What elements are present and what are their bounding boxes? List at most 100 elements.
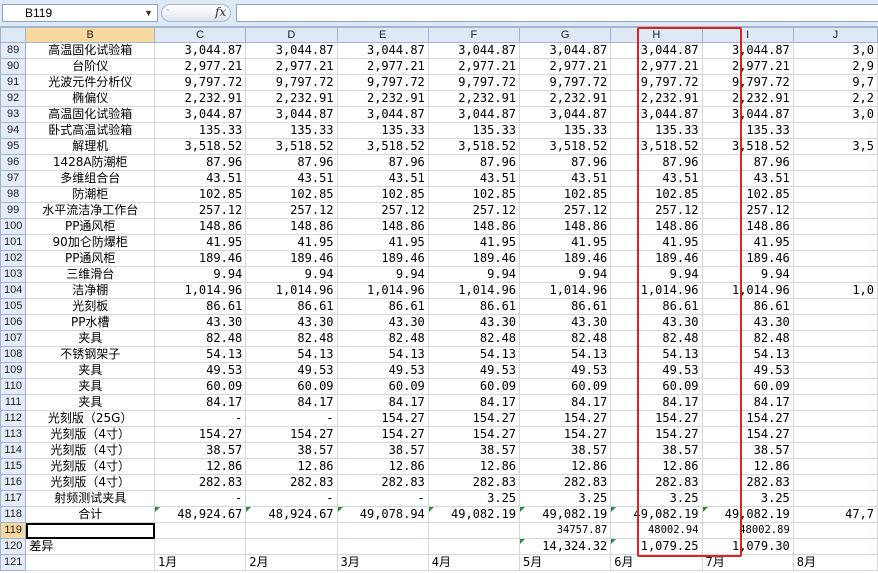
column-header-e[interactable]: E xyxy=(336,27,429,43)
row-header[interactable]: 93 xyxy=(0,106,27,123)
cell-e111[interactable]: 84.17 xyxy=(336,394,429,411)
cell-j114[interactable] xyxy=(792,442,878,459)
cell-h112[interactable]: 154.27 xyxy=(610,410,703,427)
row-header[interactable]: 95 xyxy=(0,138,27,155)
cell-e116[interactable]: 282.83 xyxy=(336,474,429,491)
row-header[interactable]: 89 xyxy=(0,42,27,59)
cell-d113[interactable]: 154.27 xyxy=(245,426,338,443)
item-name-cell[interactable]: 光波元件分析仪 xyxy=(25,74,156,91)
cell-c92[interactable]: 2,232.91 xyxy=(154,90,247,107)
cell-i109[interactable]: 49.53 xyxy=(701,362,794,379)
cell-f100[interactable]: 148.86 xyxy=(427,218,521,235)
cell-j111[interactable] xyxy=(792,394,878,411)
cell-c90[interactable]: 2,977.21 xyxy=(154,58,247,75)
cell-d100[interactable]: 148.86 xyxy=(245,218,338,235)
cell-h101[interactable]: 41.95 xyxy=(610,234,703,251)
cell-g118[interactable]: 49,082.19 xyxy=(519,506,612,523)
cell-d108[interactable]: 54.13 xyxy=(245,346,338,363)
cell-h118[interactable]: 49,082.19 xyxy=(610,506,703,523)
cell-h99[interactable]: 257.12 xyxy=(610,202,703,219)
cell-c121[interactable]: 1月 xyxy=(154,554,247,571)
cell-g114[interactable]: 38.57 xyxy=(519,442,612,459)
row-header[interactable]: 114 xyxy=(0,442,27,459)
cell-c100[interactable]: 148.86 xyxy=(154,218,247,235)
cell-d98[interactable]: 102.85 xyxy=(245,186,338,203)
cell-d118[interactable]: 48,924.67 xyxy=(245,506,338,523)
item-name-cell[interactable]: 洁净棚 xyxy=(25,282,156,299)
cell-i102[interactable]: 189.46 xyxy=(701,250,794,267)
cell-g94[interactable]: 135.33 xyxy=(519,122,612,139)
cell-d91[interactable]: 9,797.72 xyxy=(245,74,338,91)
cell-c99[interactable]: 257.12 xyxy=(154,202,247,219)
row-header[interactable]: 119 xyxy=(0,522,27,539)
cell-d94[interactable]: 135.33 xyxy=(245,122,338,139)
cell-d114[interactable]: 38.57 xyxy=(245,442,338,459)
cell-h96[interactable]: 87.96 xyxy=(610,154,703,171)
cell-j91[interactable]: 9,7 xyxy=(792,74,878,91)
item-name-cell[interactable]: 椭偏仪 xyxy=(25,90,156,107)
cell-e117[interactable]: - xyxy=(336,490,429,507)
row-header[interactable]: 110 xyxy=(0,378,27,395)
cell-d112[interactable]: - xyxy=(245,410,338,427)
item-name-cell[interactable]: 光刻版（25G） xyxy=(25,410,156,427)
cell-d95[interactable]: 3,518.52 xyxy=(245,138,338,155)
row-header[interactable]: 116 xyxy=(0,474,27,491)
cell-i118[interactable]: 49,082.19 xyxy=(701,506,794,523)
cell-h95[interactable]: 3,518.52 xyxy=(610,138,703,155)
cell-h108[interactable]: 54.13 xyxy=(610,346,703,363)
cell-e108[interactable]: 54.13 xyxy=(336,346,429,363)
cell-f107[interactable]: 82.48 xyxy=(427,330,521,347)
cell-g111[interactable]: 84.17 xyxy=(519,394,612,411)
cell-i116[interactable]: 282.83 xyxy=(701,474,794,491)
cell-g116[interactable]: 282.83 xyxy=(519,474,612,491)
cell-g95[interactable]: 3,518.52 xyxy=(519,138,612,155)
cell-f93[interactable]: 3,044.87 xyxy=(427,106,521,123)
cell-j97[interactable] xyxy=(792,170,878,187)
row-header[interactable]: 109 xyxy=(0,362,27,379)
cell-i99[interactable]: 257.12 xyxy=(701,202,794,219)
cell-i107[interactable]: 82.48 xyxy=(701,330,794,347)
cell-j106[interactable] xyxy=(792,314,878,331)
cell-c105[interactable]: 86.61 xyxy=(154,298,247,315)
row-header[interactable]: 108 xyxy=(0,346,27,363)
cell-e94[interactable]: 135.33 xyxy=(336,122,429,139)
cell-j98[interactable] xyxy=(792,186,878,203)
cell-g103[interactable]: 9.94 xyxy=(519,266,612,283)
cell-h119[interactable]: 48002.94 xyxy=(610,522,703,539)
cell-f91[interactable]: 9,797.72 xyxy=(427,74,521,91)
cell-i94[interactable]: 135.33 xyxy=(701,122,794,139)
cell-g89[interactable]: 3,044.87 xyxy=(519,42,612,59)
item-name-cell[interactable]: 90加仑防爆柜 xyxy=(25,234,156,251)
item-name-cell[interactable]: 台阶仪 xyxy=(25,58,156,75)
item-name-cell[interactable]: 光刻版（4寸） xyxy=(25,458,156,475)
cell-i110[interactable]: 60.09 xyxy=(701,378,794,395)
cell-f102[interactable]: 189.46 xyxy=(427,250,521,267)
cell-e102[interactable]: 189.46 xyxy=(336,250,429,267)
cell-e91[interactable]: 9,797.72 xyxy=(336,74,429,91)
cell-e90[interactable]: 2,977.21 xyxy=(336,58,429,75)
cell-g115[interactable]: 12.86 xyxy=(519,458,612,475)
item-name-cell[interactable]: 差异 xyxy=(25,538,156,555)
cell-g105[interactable]: 86.61 xyxy=(519,298,612,315)
row-header[interactable]: 113 xyxy=(0,426,27,443)
cell-f92[interactable]: 2,232.91 xyxy=(427,90,521,107)
cell-g121[interactable]: 5月 xyxy=(519,554,612,571)
cell-f97[interactable]: 43.51 xyxy=(427,170,521,187)
column-header-f[interactable]: F xyxy=(427,27,521,43)
cell-j90[interactable]: 2,9 xyxy=(792,58,878,75)
cell-g108[interactable]: 54.13 xyxy=(519,346,612,363)
cell-h109[interactable]: 49.53 xyxy=(610,362,703,379)
cell-j101[interactable] xyxy=(792,234,878,251)
cell-j102[interactable] xyxy=(792,250,878,267)
cell-h106[interactable]: 43.30 xyxy=(610,314,703,331)
cell-f94[interactable]: 135.33 xyxy=(427,122,521,139)
cell-g91[interactable]: 9,797.72 xyxy=(519,74,612,91)
cell-i98[interactable]: 102.85 xyxy=(701,186,794,203)
cell-e112[interactable]: 154.27 xyxy=(336,410,429,427)
cell-i115[interactable]: 12.86 xyxy=(701,458,794,475)
row-header[interactable]: 120 xyxy=(0,538,27,555)
cell-h116[interactable]: 282.83 xyxy=(610,474,703,491)
cell-c97[interactable]: 43.51 xyxy=(154,170,247,187)
item-name-cell[interactable]: PP通风柜 xyxy=(25,250,156,267)
cell-i96[interactable]: 87.96 xyxy=(701,154,794,171)
